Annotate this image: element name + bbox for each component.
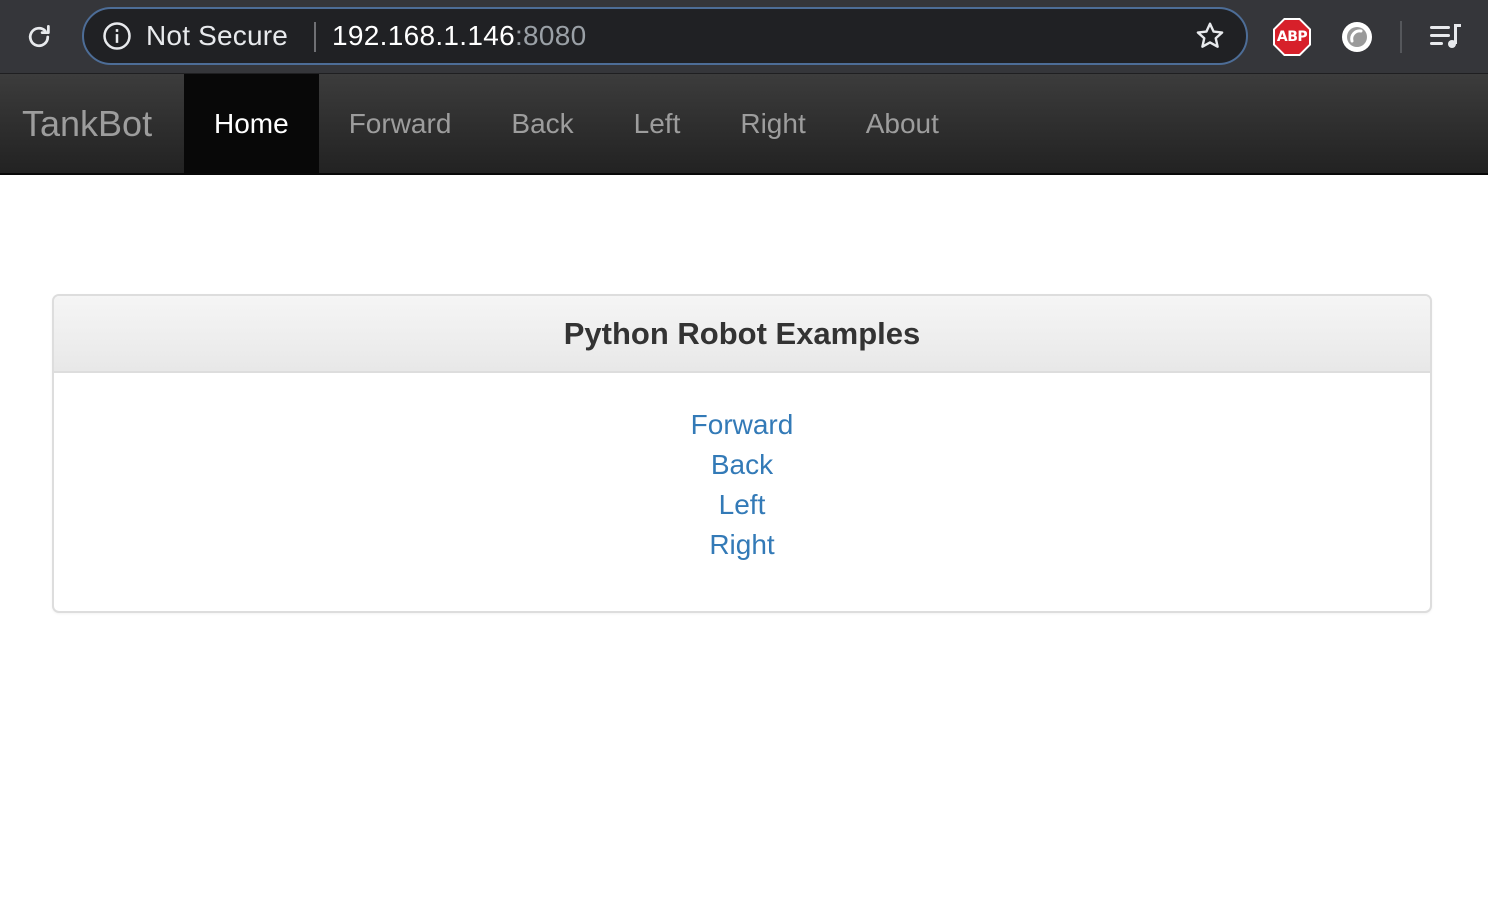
panel-heading: Python Robot Examples: [54, 296, 1430, 373]
nav-item-about[interactable]: About: [836, 74, 969, 174]
security-status-label: Not Secure: [146, 20, 289, 51]
info-icon: [103, 22, 131, 50]
circle-extension-icon: [1342, 22, 1372, 52]
bookmark-star-button[interactable]: [1194, 20, 1226, 52]
omnibox-divider: [314, 22, 316, 52]
navbar: TankBot Home Forward Back Left Right Abo…: [0, 74, 1488, 175]
link-forward[interactable]: Forward: [691, 405, 794, 445]
nav-item-right[interactable]: Right: [710, 74, 835, 174]
nav-item-left[interactable]: Left: [604, 74, 711, 174]
adblock-extension-button[interactable]: ABP: [1272, 17, 1312, 57]
url-port: :8080: [514, 20, 587, 51]
navbar-brand[interactable]: TankBot: [22, 74, 152, 174]
nav-item-home[interactable]: Home: [184, 74, 319, 174]
address-bar[interactable]: Not Secure 192.168.1.146:8080: [82, 7, 1248, 65]
star-icon: [1196, 22, 1224, 48]
toolbar-separator: [1400, 21, 1402, 53]
reload-button[interactable]: [18, 16, 60, 58]
url-text[interactable]: 192.168.1.146:8080: [332, 9, 587, 63]
link-left[interactable]: Left: [719, 485, 766, 525]
nav-item-forward[interactable]: Forward: [319, 74, 482, 174]
reload-icon: [28, 25, 50, 48]
browser-toolbar: Not Secure 192.168.1.146:8080 ABP: [0, 0, 1488, 74]
media-controls-button[interactable]: [1426, 19, 1464, 55]
extension-button[interactable]: [1339, 19, 1375, 55]
link-back[interactable]: Back: [711, 445, 773, 485]
nav-item-back[interactable]: Back: [481, 74, 603, 174]
url-host: 192.168.1.146: [332, 20, 515, 51]
link-right[interactable]: Right: [709, 525, 774, 565]
panel-title: Python Robot Examples: [563, 315, 921, 351]
navbar-menu: Home Forward Back Left Right About: [184, 74, 969, 174]
examples-panel: Python Robot Examples Forward Back Left …: [52, 294, 1432, 613]
playlist-music-icon: [1430, 24, 1461, 48]
site-info-button[interactable]: Not Secure: [102, 9, 288, 63]
panel-body: Forward Back Left Right: [54, 373, 1430, 565]
adblock-label: ABP: [1276, 29, 1308, 45]
